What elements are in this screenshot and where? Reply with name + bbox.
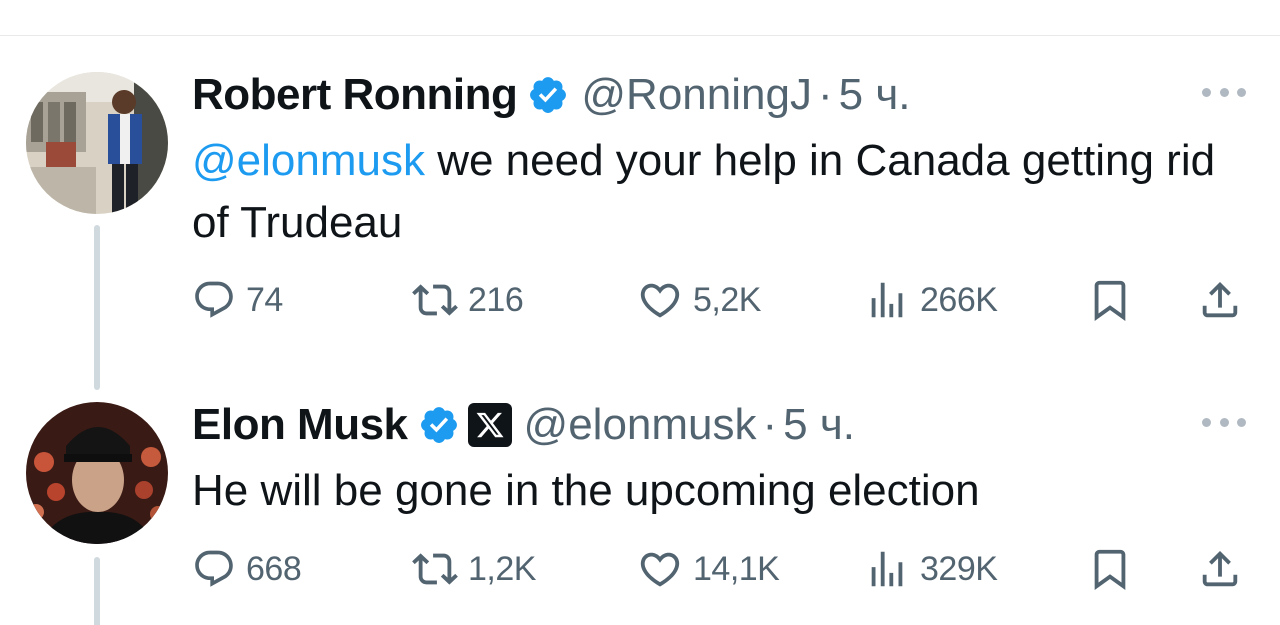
timestamp[interactable]: 5 ч. <box>839 70 911 120</box>
retweet-count: 1,2K <box>468 549 536 588</box>
thread-line <box>94 225 100 390</box>
tweet-header: Robert Ronning @RonningJ · 5 ч. <box>192 70 910 120</box>
tweet-actions: 668 1,2K 14,1K 329K <box>192 544 1246 594</box>
like-button[interactable]: 5,2K <box>637 277 761 323</box>
reply-icon <box>195 550 233 587</box>
like-icon <box>640 283 680 318</box>
reply-count: 668 <box>246 549 302 588</box>
tweet-header: Elon Musk @elonmusk · 5 ч. <box>192 400 855 450</box>
share-icon <box>1202 281 1238 318</box>
avatar[interactable] <box>26 72 168 214</box>
reply-button[interactable]: 74 <box>192 278 283 322</box>
reply-button[interactable]: 668 <box>192 547 302 591</box>
x-logo-icon[interactable] <box>467 403 512 447</box>
retweet-count: 216 <box>468 280 524 319</box>
divider <box>0 35 1280 36</box>
author-name[interactable]: Robert Ronning <box>192 70 518 120</box>
like-button[interactable]: 14,1K <box>637 546 780 592</box>
retweet-icon <box>412 553 458 585</box>
bookmark-button[interactable] <box>1087 277 1133 323</box>
thread-line <box>94 557 100 625</box>
views-button[interactable]: 266K <box>864 277 998 323</box>
tweet-thread: Robert Ronning @RonningJ · 5 ч. @elonmus… <box>0 0 1280 625</box>
views-icon <box>871 551 903 587</box>
separator: · <box>817 70 833 119</box>
like-icon <box>640 552 680 587</box>
tweet-text: @elonmusk we need your help in Canada ge… <box>192 130 1252 254</box>
retweet-button[interactable]: 216 <box>412 277 524 323</box>
reply-count: 74 <box>246 280 283 319</box>
retweet-button[interactable]: 1,2K <box>412 546 536 592</box>
share-icon <box>1202 550 1238 587</box>
reply-icon <box>195 281 233 318</box>
like-count: 14,1K <box>693 549 780 588</box>
bookmark-icon <box>1094 280 1126 321</box>
verified-icon <box>527 74 569 116</box>
timestamp[interactable]: 5 ч. <box>783 400 855 450</box>
tweet-text: He will be gone in the upcoming election <box>192 460 1252 522</box>
share-button[interactable] <box>1197 546 1243 592</box>
retweet-icon <box>412 284 458 316</box>
author-handle[interactable]: @elonmusk <box>524 400 757 450</box>
share-button[interactable] <box>1197 277 1243 323</box>
bookmark-button[interactable] <box>1087 546 1133 592</box>
bookmark-icon <box>1094 549 1126 590</box>
verified-icon <box>418 404 460 446</box>
author-name[interactable]: Elon Musk <box>192 400 408 450</box>
tweet-body: He will be gone in the upcoming election <box>192 466 980 515</box>
views-button[interactable]: 329K <box>864 546 998 592</box>
views-icon <box>871 282 903 318</box>
more-icon[interactable] <box>1202 82 1246 102</box>
separator: · <box>762 400 778 449</box>
like-count: 5,2K <box>693 280 761 319</box>
views-count: 329K <box>920 549 998 588</box>
views-count: 266K <box>920 280 998 319</box>
avatar[interactable] <box>26 402 168 544</box>
author-handle[interactable]: @RonningJ <box>581 70 812 120</box>
mention-link[interactable]: @elonmusk <box>192 136 425 185</box>
tweet-actions: 74 216 5,2K 266K <box>192 275 1246 325</box>
more-icon[interactable] <box>1202 412 1246 432</box>
